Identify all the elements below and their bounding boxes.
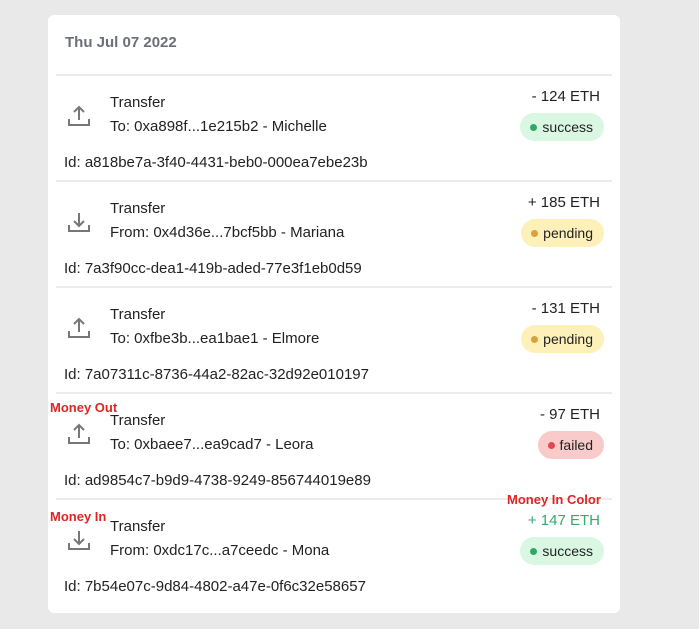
- status-label: success: [542, 119, 593, 135]
- transaction-amount: - 131 ETH: [531, 300, 600, 317]
- status-label: success: [542, 543, 593, 559]
- annotation-money-in: Money In: [50, 509, 107, 524]
- upload-icon: [66, 315, 92, 341]
- transaction-party: From: 0x4d36e...7bcf5bb - Mariana: [110, 224, 345, 241]
- transactions-card: Thu Jul 07 2022 Transfer To: 0xa898f...1…: [48, 15, 620, 613]
- annotation-money-out: Money Out: [50, 400, 118, 415]
- status-dot-icon: [531, 229, 539, 237]
- status-badge: pending: [521, 325, 604, 353]
- transaction-type: Transfer: [110, 94, 166, 111]
- transaction-type: Transfer: [110, 412, 166, 429]
- upload-icon: [66, 103, 92, 129]
- date-header: Thu Jul 07 2022: [65, 34, 177, 51]
- status-badge: success: [520, 537, 604, 565]
- download-icon: [66, 209, 92, 235]
- transaction-row[interactable]: Transfer From: 0xdc17c...a7ceedc - Mona …: [56, 498, 612, 606]
- status-dot-icon: [547, 441, 555, 449]
- transaction-party: To: 0xa898f...1e215b2 - Michelle: [110, 118, 327, 135]
- status-badge: failed: [537, 431, 604, 459]
- transaction-row[interactable]: Transfer From: 0x4d36e...7bcf5bb - Maria…: [56, 180, 612, 288]
- transaction-party: To: 0xbaee7...ea9cad7 - Leora: [110, 436, 314, 453]
- transaction-id: Id: 7a3f90cc-dea1-419b-aded-77e3f1eb0d59: [64, 260, 362, 277]
- transaction-party: From: 0xdc17c...a7ceedc - Mona: [110, 542, 330, 559]
- status-dot-icon: [530, 547, 538, 555]
- transaction-row[interactable]: Transfer To: 0xa898f...1e215b2 - Michell…: [56, 74, 612, 182]
- upload-icon: [66, 421, 92, 447]
- transaction-party: To: 0xfbe3b...ea1bae1 - Elmore: [110, 330, 320, 347]
- status-dot-icon: [531, 335, 539, 343]
- transaction-row[interactable]: Transfer To: 0xfbe3b...ea1bae1 - Elmore …: [56, 286, 612, 394]
- status-dot-icon: [530, 123, 538, 131]
- status-badge: success: [520, 113, 604, 141]
- transaction-amount: + 185 ETH: [527, 194, 600, 211]
- transaction-amount: - 124 ETH: [531, 88, 600, 105]
- transaction-id: Id: a818be7a-3f40-4431-beb0-000ea7ebe23b: [64, 154, 368, 171]
- transaction-row[interactable]: Transfer To: 0xbaee7...ea9cad7 - Leora -…: [56, 392, 612, 500]
- transaction-amount: - 97 ETH: [539, 406, 600, 423]
- status-label: failed: [559, 437, 593, 453]
- transaction-amount: + 147 ETH: [527, 512, 600, 529]
- download-icon: [66, 527, 92, 553]
- transaction-type: Transfer: [110, 306, 166, 323]
- transaction-id: Id: 7a07311c-8736-44a2-82ac-32d92e010197: [64, 366, 369, 383]
- transaction-id: Id: 7b54e07c-9d84-4802-a47e-0f6c32e58657: [64, 578, 366, 595]
- transaction-type: Transfer: [110, 518, 166, 535]
- status-badge: pending: [521, 219, 604, 247]
- transaction-type: Transfer: [110, 200, 166, 217]
- status-label: pending: [543, 225, 593, 241]
- status-label: pending: [543, 331, 593, 347]
- annotation-money-in-color: Money In Color: [507, 492, 601, 507]
- transaction-id: Id: ad9854c7-b9d9-4738-9249-856744019e89: [64, 472, 371, 489]
